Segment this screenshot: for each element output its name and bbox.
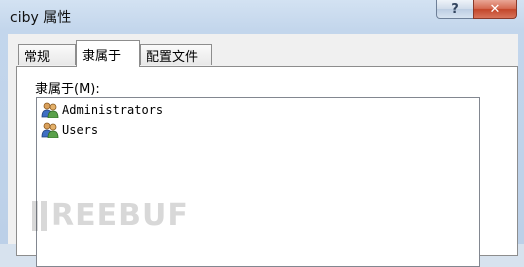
tab-general-label: 常规 [24,49,51,65]
properties-window: ciby 属性 ? ✕ 常规 隶属于 配置文件 隶属于(M): Administ… [0,0,524,267]
title-bar[interactable]: ciby 属性 ? ✕ [0,0,524,34]
tab-profile[interactable]: 配置文件 [140,44,212,65]
close-button[interactable]: ✕ [473,0,517,19]
tab-member-of[interactable]: 隶属于 [76,40,140,67]
member-of-label: 隶属于(M): [35,82,100,97]
groups-listbox[interactable]: Administrators Users [36,97,480,267]
window-title: ciby 属性 [10,10,72,26]
help-button[interactable]: ? [436,0,474,19]
group-name: Users [62,123,99,137]
member-of-panel: 隶属于(M): Administrators Users [16,66,518,267]
tab-member-of-label: 隶属于 [82,48,122,64]
dialog-client-area: 常规 隶属于 配置文件 隶属于(M): Administrators Users [8,34,518,267]
tab-profile-label: 配置文件 [146,49,199,65]
help-icon: ? [451,1,459,17]
list-item[interactable]: Users [41,121,98,139]
group-icon [41,122,59,138]
group-icon [41,102,59,118]
close-icon: ✕ [489,1,501,17]
tab-general[interactable]: 常规 [18,44,76,65]
group-name: Administrators [62,103,164,117]
list-item[interactable]: Administrators [41,101,163,119]
